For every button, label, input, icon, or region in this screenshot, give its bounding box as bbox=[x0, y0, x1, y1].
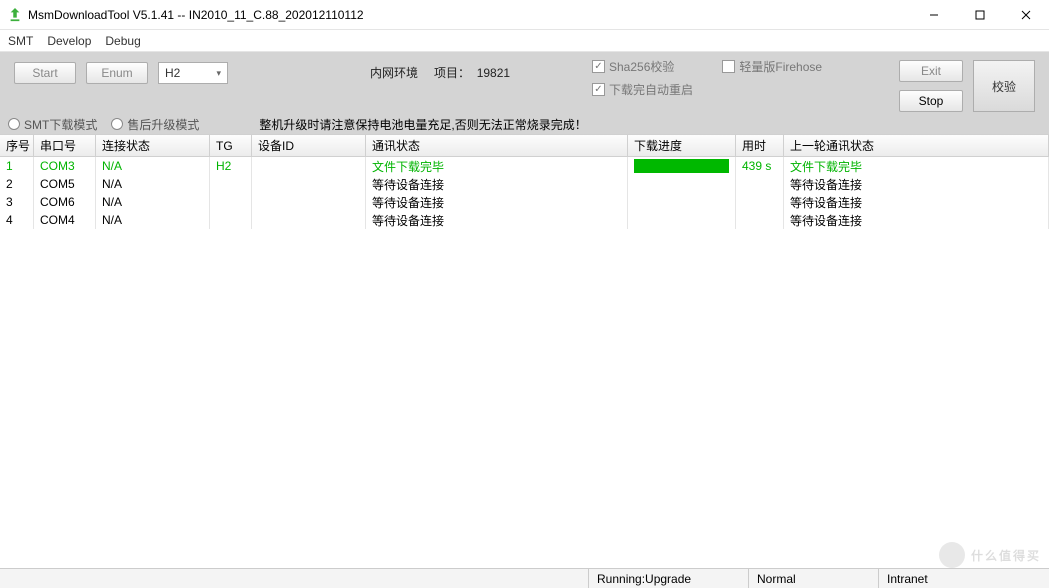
cell-conn: N/A bbox=[96, 157, 210, 175]
toolbar: Start Enum H2 ▾ 内网环境 项目： 19821 Sha256校验 … bbox=[0, 52, 1049, 114]
lite-firehose-checkbox[interactable]: 轻量版Firehose bbox=[722, 58, 822, 75]
cell-port: COM6 bbox=[34, 193, 96, 211]
window-title: MsmDownloadTool V5.1.41 -- IN2010_11_C.8… bbox=[28, 8, 911, 22]
close-button[interactable] bbox=[1003, 0, 1049, 29]
cell-conn: N/A bbox=[96, 175, 210, 193]
stop-button[interactable]: Stop bbox=[899, 90, 963, 112]
table-header: 序号 串口号 连接状态 TG 设备ID 通讯状态 下载进度 用时 上一轮通讯状态 bbox=[0, 135, 1049, 157]
cell-comm: 等待设备连接 bbox=[366, 193, 628, 211]
cell-tg bbox=[210, 211, 252, 229]
env-label: 内网环境 bbox=[370, 64, 418, 81]
menu-smt[interactable]: SMT bbox=[8, 34, 33, 48]
watermark-logo-icon bbox=[939, 542, 965, 568]
status-spacer bbox=[0, 569, 589, 588]
col-progress[interactable]: 下载进度 bbox=[628, 135, 736, 156]
target-combo[interactable]: H2 ▾ bbox=[158, 62, 228, 84]
cell-deviceid bbox=[252, 193, 366, 211]
sha256-checkbox[interactable]: Sha256校验 bbox=[592, 58, 674, 75]
checkbox-on-icon bbox=[592, 60, 605, 73]
progress-bar bbox=[634, 159, 729, 173]
cell-last: 等待设备连接 bbox=[784, 211, 1049, 229]
table-row[interactable]: 1COM3N/AH2文件下载完毕439 s文件下载完毕 bbox=[0, 157, 1049, 175]
maximize-button[interactable] bbox=[957, 0, 1003, 29]
cell-tg: H2 bbox=[210, 157, 252, 175]
exit-button[interactable]: Exit bbox=[899, 60, 963, 82]
cell-last: 等待设备连接 bbox=[784, 175, 1049, 193]
cell-time bbox=[736, 175, 784, 193]
device-table: 序号 串口号 连接状态 TG 设备ID 通讯状态 下载进度 用时 上一轮通讯状态… bbox=[0, 134, 1049, 229]
col-conn[interactable]: 连接状态 bbox=[96, 135, 210, 156]
project-label: 项目： bbox=[434, 66, 470, 80]
col-port[interactable]: 串口号 bbox=[34, 135, 96, 156]
app-icon bbox=[8, 8, 22, 22]
target-combo-value: H2 bbox=[165, 66, 180, 80]
start-button[interactable]: Start bbox=[14, 62, 76, 84]
cell-tg bbox=[210, 175, 252, 193]
smt-mode-radio[interactable]: SMT下载模式 bbox=[8, 116, 97, 133]
cell-comm: 等待设备连接 bbox=[366, 211, 628, 229]
enum-button[interactable]: Enum bbox=[86, 62, 148, 84]
col-tg[interactable]: TG bbox=[210, 135, 252, 156]
status-net: Intranet bbox=[879, 569, 1049, 588]
cell-progress bbox=[628, 193, 736, 211]
cell-index: 3 bbox=[0, 193, 34, 211]
chevron-down-icon: ▾ bbox=[216, 68, 221, 79]
cell-conn: N/A bbox=[96, 193, 210, 211]
radio-off-icon bbox=[8, 118, 20, 130]
checkbox-off-icon bbox=[722, 60, 735, 73]
cell-port: COM3 bbox=[34, 157, 96, 175]
cell-last: 文件下载完毕 bbox=[784, 157, 1049, 175]
col-comm[interactable]: 通讯状态 bbox=[366, 135, 628, 156]
verify-button[interactable]: 校验 bbox=[973, 60, 1035, 112]
minimize-button[interactable] bbox=[911, 0, 957, 29]
cell-port: COM4 bbox=[34, 211, 96, 229]
col-time[interactable]: 用时 bbox=[736, 135, 784, 156]
checkbox-on-icon bbox=[592, 83, 605, 96]
cell-index: 4 bbox=[0, 211, 34, 229]
cell-deviceid bbox=[252, 211, 366, 229]
radio-off-icon bbox=[111, 118, 123, 130]
table-row[interactable]: 3COM6N/A 等待设备连接 等待设备连接 bbox=[0, 193, 1049, 211]
table-body: 1COM3N/AH2文件下载完毕439 s文件下载完毕2COM5N/A等待设备连… bbox=[0, 157, 1049, 229]
cell-comm: 文件下载完毕 bbox=[366, 157, 628, 175]
status-mode: Normal bbox=[749, 569, 879, 588]
menu-debug[interactable]: Debug bbox=[105, 34, 140, 48]
project-value: 19821 bbox=[477, 66, 510, 80]
auto-reboot-checkbox[interactable]: 下载完自动重启 bbox=[592, 81, 822, 98]
title-bar: MsmDownloadTool V5.1.41 -- IN2010_11_C.8… bbox=[0, 0, 1049, 30]
cell-time: 439 s bbox=[736, 157, 784, 175]
menu-develop[interactable]: Develop bbox=[47, 34, 91, 48]
mode-warning: 整机升级时请注意保持电池电量充足,否则无法正常烧录完成！ bbox=[259, 116, 586, 133]
col-last[interactable]: 上一轮通讯状态 bbox=[784, 135, 1049, 156]
menu-bar: SMT Develop Debug bbox=[0, 30, 1049, 52]
cell-comm: 等待设备连接 bbox=[366, 175, 628, 193]
cell-port: COM5 bbox=[34, 175, 96, 193]
aftersale-mode-radio[interactable]: 售后升级模式 bbox=[111, 116, 199, 133]
cell-index: 2 bbox=[0, 175, 34, 193]
col-deviceid[interactable]: 设备ID bbox=[252, 135, 366, 156]
status-bar: Running:Upgrade Normal Intranet bbox=[0, 568, 1049, 588]
watermark: 什么值得买 bbox=[939, 542, 1041, 568]
cell-time bbox=[736, 211, 784, 229]
table-row[interactable]: 4COM4N/A 等待设备连接 等待设备连接 bbox=[0, 211, 1049, 229]
cell-last: 等待设备连接 bbox=[784, 193, 1049, 211]
col-index[interactable]: 序号 bbox=[0, 135, 34, 156]
mode-bar: SMT下载模式 售后升级模式 整机升级时请注意保持电池电量充足,否则无法正常烧录… bbox=[0, 114, 1049, 134]
cell-deviceid bbox=[252, 157, 366, 175]
cell-progress bbox=[628, 211, 736, 229]
cell-conn: N/A bbox=[96, 211, 210, 229]
cell-progress bbox=[628, 157, 736, 175]
cell-time bbox=[736, 193, 784, 211]
cell-deviceid bbox=[252, 175, 366, 193]
table-row[interactable]: 2COM5N/A 等待设备连接 等待设备连接 bbox=[0, 175, 1049, 193]
cell-index: 1 bbox=[0, 157, 34, 175]
status-running: Running:Upgrade bbox=[589, 569, 749, 588]
cell-progress bbox=[628, 175, 736, 193]
cell-tg bbox=[210, 193, 252, 211]
